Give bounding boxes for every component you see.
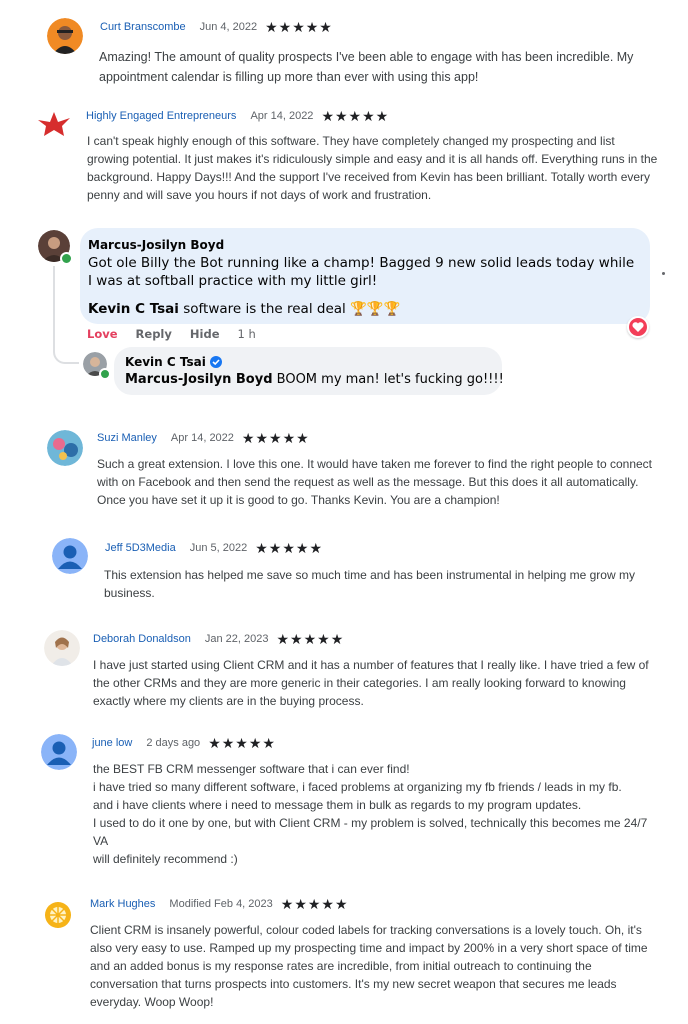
comment-time[interactable]: 1 h <box>238 327 256 341</box>
reply-button[interactable]: Reply <box>136 327 172 341</box>
review-text: Such a great extension. I love this one.… <box>97 457 653 507</box>
online-indicator <box>60 252 73 265</box>
star-rating: ★★★★★ <box>255 540 323 556</box>
love-button[interactable]: Love <box>87 327 118 341</box>
review-date: Apr 14, 2022 <box>170 432 234 444</box>
avatar[interactable] <box>47 430 83 466</box>
star-rating: ★★★★★ <box>241 430 310 446</box>
review-text: I can't speak highly enough of this soft… <box>87 134 658 202</box>
review-date: 2 days ago <box>146 737 201 749</box>
star-rating: ★★★★★ <box>280 896 349 912</box>
mention-text: software is the real deal 🏆🏆🏆 <box>178 301 401 317</box>
review-date: Jun 4, 2022 <box>199 21 258 33</box>
reviewer-name[interactable]: Highly Engaged Entrepreneurs <box>86 110 236 122</box>
star-rating: ★★★★★ <box>208 735 276 751</box>
star-rating: ★★★★★ <box>276 631 345 647</box>
avatar[interactable] <box>41 734 77 770</box>
review-date: Jan 22, 2023 <box>204 633 269 645</box>
reviewer-name[interactable]: Suzi Manley <box>97 432 157 444</box>
reviewer-name[interactable]: Jeff 5D3Media <box>105 542 176 554</box>
more-options-icon[interactable] <box>662 272 665 275</box>
hide-button[interactable]: Hide <box>190 327 220 341</box>
review-text: the BEST FB CRM messenger software that … <box>93 762 648 866</box>
thread-line <box>53 266 55 346</box>
comment-bubble: Marcus-Josilyn Boyd Got ole Billy the Bo… <box>80 228 650 324</box>
replier-name[interactable]: Kevin C Tsai <box>125 355 206 369</box>
mention-link[interactable]: Kevin C Tsai <box>88 301 179 317</box>
review-date: Modified Feb 4, 2023 <box>169 898 273 910</box>
star-rating: ★★★★★ <box>265 19 333 35</box>
review-text: I have just started using Client CRM and… <box>93 658 649 708</box>
love-reaction-icon[interactable] <box>627 316 649 338</box>
mention-link[interactable]: Marcus-Josilyn Boyd <box>125 372 273 387</box>
reviewer-name[interactable]: Mark Hughes <box>90 898 155 910</box>
commenter-name[interactable]: Marcus-Josilyn Boyd <box>88 238 224 252</box>
reply-text: BOOM my man! let's fucking go!!!! <box>272 372 504 387</box>
reviewer-name[interactable]: june low <box>92 737 132 749</box>
comment-actions: Love Reply Hide 1 h <box>87 327 270 341</box>
avatar[interactable] <box>52 538 88 574</box>
thread-connector <box>53 344 79 364</box>
star-rating: ★★★★★ <box>321 108 390 124</box>
comment-mention-line: Kevin C Tsai software is the real deal 🏆… <box>88 301 401 317</box>
reply-bubble: Kevin C Tsai Marcus-Josilyn Boyd BOOM my… <box>114 347 504 395</box>
reviewer-name[interactable]: Deborah Donaldson <box>93 633 191 645</box>
review-date: Apr 14, 2022 <box>250 110 314 122</box>
review-date: Jun 5, 2022 <box>189 542 248 554</box>
online-indicator <box>99 368 111 380</box>
comment-text: Got ole Billy the Bot running like a cha… <box>88 255 635 289</box>
review-text: Client CRM is insanely powerful, colour … <box>90 923 648 1009</box>
avatar[interactable] <box>36 108 72 144</box>
reviewer-name[interactable]: Curt Branscombe <box>100 21 186 33</box>
review-text: This extension has helped me save so muc… <box>104 568 635 600</box>
verified-badge-icon <box>209 356 222 368</box>
avatar[interactable] <box>40 897 76 933</box>
review-text: Amazing! The amount of quality prospects… <box>99 50 634 84</box>
avatar[interactable] <box>47 18 83 54</box>
avatar[interactable] <box>44 630 80 666</box>
reply-text-line: Marcus-Josilyn Boyd BOOM my man! let's f… <box>125 372 504 387</box>
